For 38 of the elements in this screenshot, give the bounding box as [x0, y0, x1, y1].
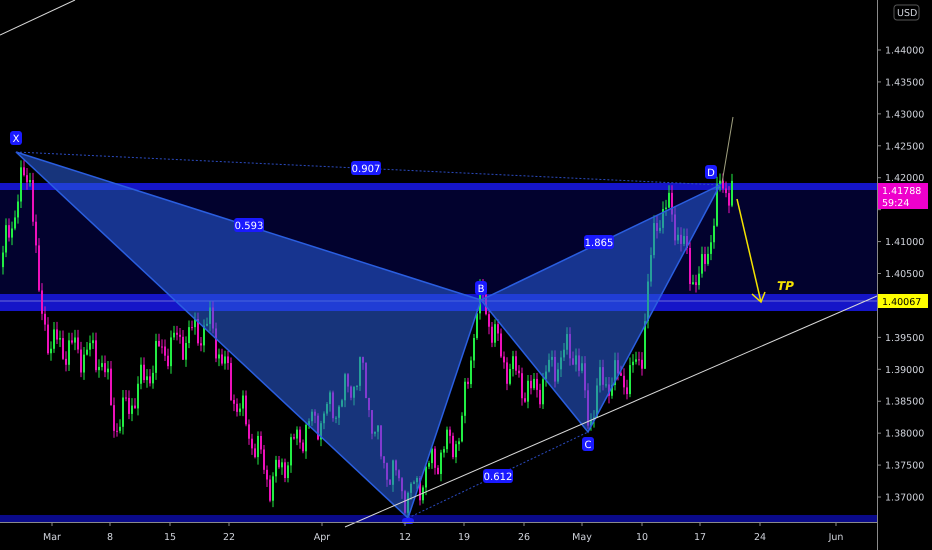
- time-tick-label: 12: [398, 532, 412, 543]
- price-tick-label: 1.38000: [885, 428, 924, 440]
- time-tick-label: Mar: [43, 532, 61, 543]
- ratio-label: 0.907: [351, 161, 381, 175]
- time-tick-label: 15: [164, 532, 176, 543]
- price-tick-label: 1.41000: [885, 237, 924, 248]
- price-tick-label: 1.42500: [885, 141, 924, 152]
- ratio-label: 1.865: [584, 235, 614, 249]
- price-tick-label: 1.39000: [885, 364, 924, 376]
- time-tick-label: 8: [106, 532, 114, 543]
- point-label: C: [582, 437, 594, 451]
- time-tick-label: Jun: [828, 532, 844, 543]
- price-tick-label: 1.43000: [885, 109, 924, 120]
- ratio-label: 0.593: [234, 218, 264, 232]
- currency-label: USD: [894, 4, 920, 20]
- point-label: D: [705, 165, 717, 179]
- time-tick-label: 17: [694, 532, 706, 543]
- price-tick-label: 1.44000: [885, 46, 924, 56]
- price-tick-label: 1.39500: [885, 332, 924, 344]
- price-tick-label: 1.42000: [885, 173, 924, 184]
- ratio-label: 0.612: [483, 469, 513, 483]
- time-tick-label: 24: [754, 532, 766, 543]
- time-tick-label: 26: [518, 532, 530, 543]
- price-tick-label: 1.43500: [885, 77, 924, 88]
- point-label: X: [10, 131, 22, 145]
- time-tick-label: 10: [636, 532, 648, 543]
- target-label: TP: [777, 279, 794, 293]
- price-tick-label: 1.37000: [885, 492, 924, 504]
- price-tick-label: 1.38500: [885, 396, 924, 408]
- price-tick-label: 1.37500: [885, 460, 924, 472]
- time-tick-label: May: [572, 532, 592, 543]
- last-price-tag: 1.41788 59:24: [878, 183, 928, 209]
- point-label: B: [475, 281, 487, 295]
- price-tick-label: 1.40500: [885, 269, 924, 280]
- time-tick-label: Apr: [314, 532, 330, 543]
- time-tick-label: 22: [222, 532, 236, 543]
- time-tick-label: 19: [458, 532, 470, 543]
- target-price-tag: 1.40067: [878, 294, 928, 308]
